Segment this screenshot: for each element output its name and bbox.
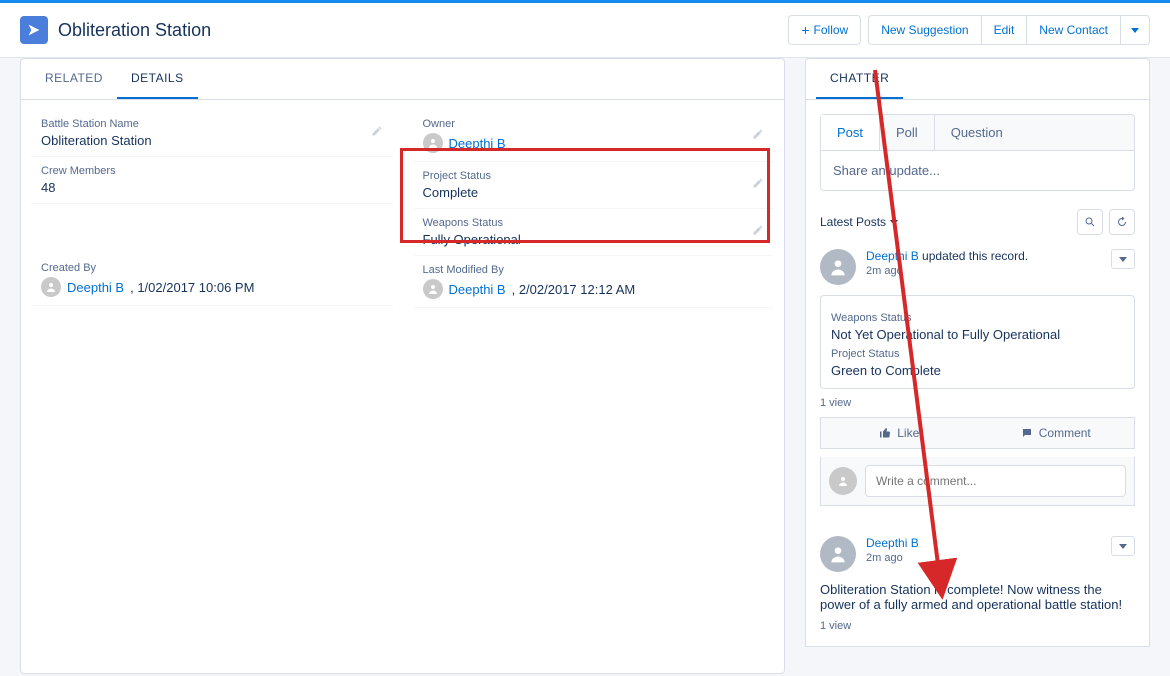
new-suggestion-button[interactable]: New Suggestion: [868, 15, 981, 45]
edit-pencil-icon[interactable]: [752, 127, 764, 145]
avatar-icon: [423, 133, 443, 153]
feed-change-card: Weapons Status Not Yet Operational to Fu…: [820, 295, 1135, 389]
chevron-down-icon: [1119, 257, 1127, 262]
feed-item-update: Deepthi B updated this record. 2m ago We…: [820, 249, 1135, 506]
feed-item-post: Deepthi B 2m ago Obliteration Station is…: [820, 536, 1135, 632]
comment-input[interactable]: [865, 465, 1126, 497]
comment-button[interactable]: Comment: [978, 418, 1135, 448]
refresh-icon: [1116, 216, 1128, 228]
avatar-icon: [423, 279, 443, 299]
chatter-tab-bar: CHATTER: [805, 58, 1150, 100]
avatar-icon: [820, 536, 856, 572]
thumbs-up-icon: [879, 427, 891, 439]
modified-by-user-link[interactable]: Deepthi B: [449, 282, 506, 297]
search-icon: [1084, 216, 1096, 228]
avatar-icon: [41, 277, 61, 297]
edit-pencil-icon[interactable]: [752, 223, 764, 241]
publisher-tab-poll[interactable]: Poll: [880, 115, 935, 150]
more-actions-dropdown[interactable]: [1120, 15, 1150, 45]
field-created-by: Created By Deepthi B , 1/02/2017 10:06 P…: [31, 254, 393, 306]
header-actions: + Follow New Suggestion Edit New Contact: [780, 15, 1150, 45]
feed-view-count: 1 view: [820, 397, 1135, 409]
plus-icon: +: [801, 22, 809, 38]
record-type-icon: [20, 16, 48, 44]
field-owner: Owner Deepthi B: [413, 110, 775, 162]
edit-button[interactable]: Edit: [981, 15, 1028, 45]
feed-timestamp[interactable]: 2m ago: [866, 552, 903, 564]
avatar-icon: [820, 249, 856, 285]
main-panel: RELATED DETAILS Battle Station Name Obli…: [20, 58, 785, 674]
chevron-down-icon: [1131, 28, 1139, 33]
feed-user-link[interactable]: Deepthi B: [866, 249, 919, 263]
tab-related[interactable]: RELATED: [31, 59, 117, 99]
field-battle-station-name: Battle Station Name Obliteration Station: [31, 110, 393, 157]
feed-search-button[interactable]: [1077, 209, 1103, 235]
field-last-modified-by: Last Modified By Deepthi B , 2/02/2017 1…: [413, 256, 775, 308]
tab-chatter[interactable]: CHATTER: [816, 59, 903, 99]
detail-tabs: RELATED DETAILS: [21, 59, 784, 100]
feed-post-body: Obliteration Station is complete! Now wi…: [820, 582, 1135, 612]
created-by-user-link[interactable]: Deepthi B: [67, 280, 124, 295]
feed-sort-dropdown[interactable]: Latest Posts: [820, 215, 898, 229]
tab-details[interactable]: DETAILS: [117, 59, 198, 99]
avatar-icon: [829, 467, 857, 495]
publisher-tab-question[interactable]: Question: [935, 115, 1019, 150]
chevron-down-icon: [1119, 544, 1127, 549]
edit-pencil-icon[interactable]: [752, 176, 764, 194]
page-title: Obliteration Station: [58, 20, 211, 41]
field-crew-members: Crew Members 48: [31, 157, 393, 204]
publisher-tab-post[interactable]: Post: [821, 115, 880, 150]
owner-user-link[interactable]: Deepthi B: [449, 136, 506, 151]
publisher-tabs: Post Poll Question: [820, 114, 1135, 151]
record-header: Obliteration Station + Follow New Sugges…: [0, 3, 1170, 58]
feed-item-menu[interactable]: [1111, 249, 1135, 269]
feed-view-count: 1 view: [820, 620, 1135, 632]
comment-icon: [1021, 427, 1033, 439]
follow-button[interactable]: + Follow: [788, 15, 861, 45]
chevron-down-icon: [890, 220, 898, 225]
field-project-status: Project Status Complete: [413, 162, 775, 209]
edit-pencil-icon[interactable]: [371, 124, 383, 142]
field-weapons-status: Weapons Status Fully Operational: [413, 209, 775, 256]
side-panel: CHATTER Post Poll Question Share an upda…: [805, 58, 1150, 674]
feed-timestamp[interactable]: 2m ago: [866, 265, 903, 277]
feed-refresh-button[interactable]: [1109, 209, 1135, 235]
new-contact-button[interactable]: New Contact: [1026, 15, 1121, 45]
share-update-input[interactable]: Share an update...: [820, 151, 1135, 191]
like-button[interactable]: Like: [821, 418, 978, 448]
feed-item-menu[interactable]: [1111, 536, 1135, 556]
feed-user-link[interactable]: Deepthi B: [866, 536, 919, 550]
